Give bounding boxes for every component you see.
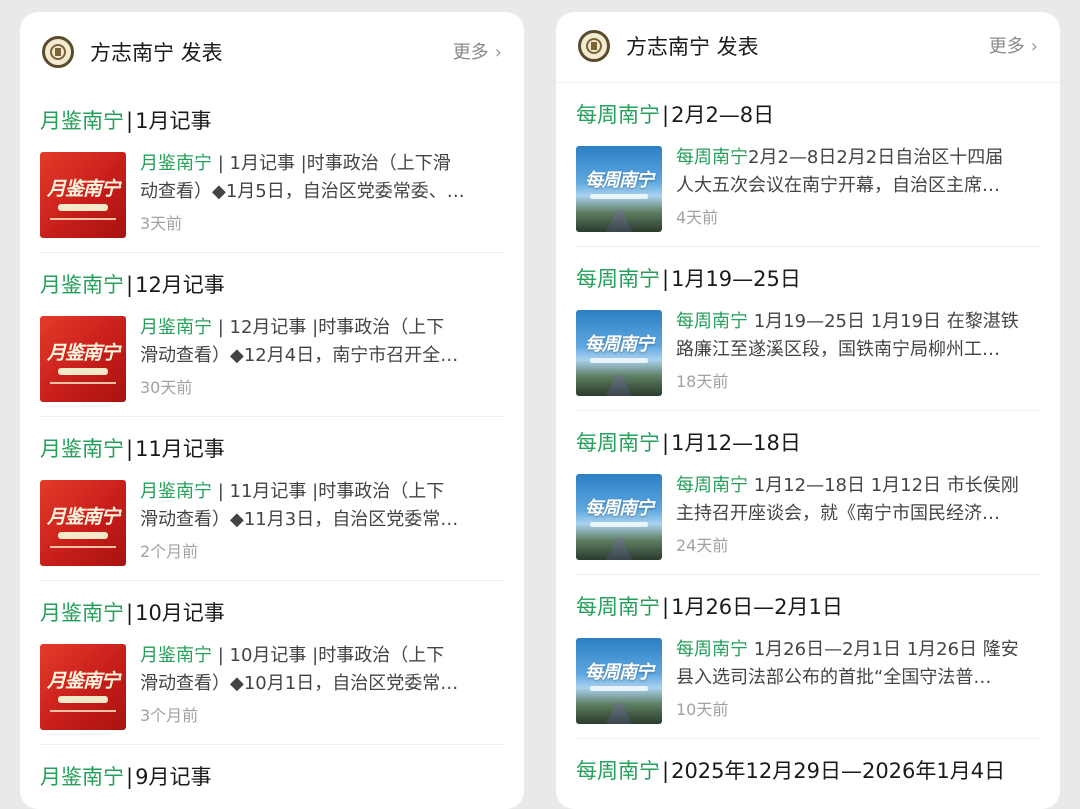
divider (40, 744, 504, 745)
article-item[interactable]: 每周南宁|1月26日—2月1日 每周南宁 每周南宁 1月26日—2月1日 1月2… (556, 594, 1060, 724)
article-timestamp: 4天前 (676, 208, 719, 227)
article-thumbnail[interactable]: 月鉴南宁 (40, 316, 126, 402)
header-divider (556, 82, 1060, 83)
snippet-brand: 每周南宁 (676, 311, 748, 332)
article-timestamp: 10天前 (676, 700, 729, 719)
divider (40, 252, 504, 253)
article-timestamp: 3个月前 (140, 706, 199, 725)
article-snippet[interactable]: 每周南宁2月2—8日2月2日自治区十四届 人大五次会议在南宁开幕，自治区主席… (676, 144, 1038, 200)
article-timestamp: 3天前 (140, 214, 183, 233)
article-snippet[interactable]: 每周南宁 1月19—25日 1月19日 在黎湛铁 路廉江至遂溪区段，国铁南宁局柳… (676, 308, 1038, 364)
article-title[interactable]: 每周南宁|2025年12月29日—2026年1月4日 (576, 758, 1005, 784)
article-timestamp: 24天前 (676, 536, 729, 555)
article-item[interactable]: 每周南宁|2月2—8日 每周南宁 每周南宁2月2—8日2月2日自治区十四届 人大… (556, 102, 1060, 232)
article-timestamp: 30天前 (140, 378, 193, 397)
article-title[interactable]: 月鉴南宁|11月记事 (40, 436, 225, 462)
divider (576, 738, 1040, 739)
snippet-brand: 月鉴南宁 (140, 153, 212, 174)
article-thumbnail[interactable]: 每周南宁 (576, 474, 662, 560)
divider (576, 574, 1040, 575)
article-snippet[interactable]: 每周南宁 1月26日—2月1日 1月26日 隆安 县入选司法部公布的首批“全国守… (676, 636, 1038, 692)
article-item[interactable]: 每周南宁|1月12—18日 每周南宁 每周南宁 1月12—18日 1月12日 市… (556, 430, 1060, 560)
article-snippet[interactable]: 月鉴南宁 | 11月记事 |时事政治（上下 滑动查看）◆11月3日，自治区党委常… (140, 478, 502, 534)
article-snippet[interactable]: 月鉴南宁 | 1月记事 |时事政治（上下滑 动查看）◆1月5日，自治区党委常委、… (140, 150, 502, 206)
article-item[interactable]: 月鉴南宁|1月记事 月鉴南宁 月鉴南宁 | 1月记事 |时事政治（上下滑 动查看… (20, 108, 524, 238)
article-thumbnail[interactable]: 每周南宁 (576, 310, 662, 396)
snippet-brand: 月鉴南宁 (140, 645, 212, 666)
snippet-brand: 月鉴南宁 (140, 317, 212, 338)
article-thumbnail[interactable]: 月鉴南宁 (40, 480, 126, 566)
card-header: 方志南宁 发表 更多 › (556, 12, 1060, 82)
card-header: 方志南宁 发表 更多 › (20, 12, 524, 82)
divider (576, 410, 1040, 411)
snippet-brand: 月鉴南宁 (140, 481, 212, 502)
feed-card-monthly: 方志南宁 发表 更多 › 月鉴南宁|1月记事 月鉴南宁 月鉴南宁 | 1月记事 |… (20, 12, 524, 809)
article-title[interactable]: 每周南宁|1月12—18日 (576, 430, 801, 456)
article-item[interactable]: 每周南宁|2025年12月29日—2026年1月4日 (556, 758, 1060, 798)
snippet-brand: 每周南宁 (676, 475, 748, 496)
more-button[interactable]: 更多 › (989, 36, 1038, 58)
account-title[interactable]: 方志南宁 发表 (90, 40, 223, 66)
article-item[interactable]: 每周南宁|1月19—25日 每周南宁 每周南宁 1月19—25日 1月19日 在… (556, 266, 1060, 396)
article-title[interactable]: 每周南宁|1月26日—2月1日 (576, 594, 843, 620)
article-thumbnail[interactable]: 月鉴南宁 (40, 152, 126, 238)
account-logo-icon[interactable] (578, 30, 610, 62)
article-title[interactable]: 月鉴南宁|12月记事 (40, 272, 225, 298)
article-title[interactable]: 月鉴南宁|10月记事 (40, 600, 225, 626)
article-thumbnail[interactable]: 月鉴南宁 (40, 644, 126, 730)
divider (576, 246, 1040, 247)
feed-card-weekly: 方志南宁 发表 更多 › 每周南宁|2月2—8日 每周南宁 每周南宁2月2—8日2… (556, 12, 1060, 809)
article-thumbnail[interactable]: 每周南宁 (576, 146, 662, 232)
article-timestamp: 18天前 (676, 372, 729, 391)
article-title[interactable]: 每周南宁|2月2—8日 (576, 102, 774, 128)
article-item[interactable]: 月鉴南宁|11月记事 月鉴南宁 月鉴南宁 | 11月记事 |时事政治（上下 滑动… (20, 436, 524, 566)
chevron-right-icon: › (1030, 36, 1038, 57)
article-item[interactable]: 月鉴南宁|9月记事 (20, 764, 524, 804)
article-snippet[interactable]: 月鉴南宁 | 10月记事 |时事政治（上下 滑动查看）◆10月1日，自治区党委常… (140, 642, 502, 698)
article-item[interactable]: 月鉴南宁|12月记事 月鉴南宁 月鉴南宁 | 12月记事 |时事政治（上下 滑动… (20, 272, 524, 402)
more-button[interactable]: 更多 › (453, 42, 502, 64)
article-snippet[interactable]: 月鉴南宁 | 12月记事 |时事政治（上下 滑动查看）◆12月4日，南宁市召开全… (140, 314, 502, 370)
article-title[interactable]: 月鉴南宁|9月记事 (40, 764, 211, 790)
article-item[interactable]: 月鉴南宁|10月记事 月鉴南宁 月鉴南宁 | 10月记事 |时事政治（上下 滑动… (20, 600, 524, 730)
snippet-brand: 每周南宁 (676, 639, 748, 660)
article-title[interactable]: 月鉴南宁|1月记事 (40, 108, 211, 134)
account-title[interactable]: 方志南宁 发表 (626, 34, 759, 60)
article-timestamp: 2个月前 (140, 542, 199, 561)
divider (40, 580, 504, 581)
article-snippet[interactable]: 每周南宁 1月12—18日 1月12日 市长侯刚 主持召开座谈会，就《南宁市国民… (676, 472, 1038, 528)
chevron-right-icon: › (494, 42, 502, 63)
article-thumbnail[interactable]: 每周南宁 (576, 638, 662, 724)
article-title[interactable]: 每周南宁|1月19—25日 (576, 266, 801, 292)
account-logo-icon[interactable] (42, 36, 74, 68)
snippet-brand: 每周南宁 (676, 147, 748, 168)
divider (40, 416, 504, 417)
